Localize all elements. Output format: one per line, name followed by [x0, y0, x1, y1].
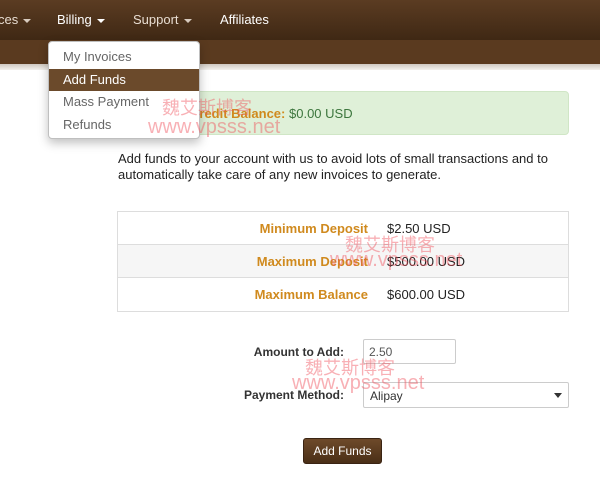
limit-value: $600.00 USD: [387, 287, 466, 302]
nav-item-label: Billing: [57, 12, 92, 27]
table-row: Maximum Balance $600.00 USD: [118, 278, 568, 311]
add-funds-button[interactable]: Add Funds: [303, 438, 382, 464]
nav-item-affiliates[interactable]: Affiliates: [220, 0, 269, 40]
nav-item-services[interactable]: ces: [0, 0, 32, 40]
caret-down-icon: [23, 18, 32, 23]
menu-item-add-funds[interactable]: Add Funds: [49, 69, 199, 91]
watermark-url: www.vpsss.net: [148, 116, 281, 138]
nav-item-label: ces: [0, 12, 19, 27]
nav-item-label: Affiliates: [220, 12, 269, 27]
watermark-url: www.vpsss.net: [292, 372, 425, 394]
top-navbar: ces Billing Support Affiliates: [0, 0, 600, 40]
credit-balance-value: $0.00 USD: [289, 106, 353, 121]
table-row: Minimum Deposit $2.50 USD: [118, 212, 568, 245]
add-funds-intro: Add funds to your account with us to avo…: [118, 151, 548, 182]
menu-item-my-invoices[interactable]: My Invoices: [49, 46, 199, 68]
nav-item-label: Support: [133, 12, 179, 27]
watermark-url: www.vpsss.net: [330, 249, 463, 271]
nav-item-billing[interactable]: Billing: [57, 0, 105, 40]
caret-down-icon: [183, 18, 192, 23]
nav-item-support[interactable]: Support: [133, 0, 192, 40]
caret-down-icon: [96, 18, 105, 23]
dropdown-arrow-icon: [554, 393, 562, 398]
limit-label: Maximum Balance: [254, 287, 368, 302]
